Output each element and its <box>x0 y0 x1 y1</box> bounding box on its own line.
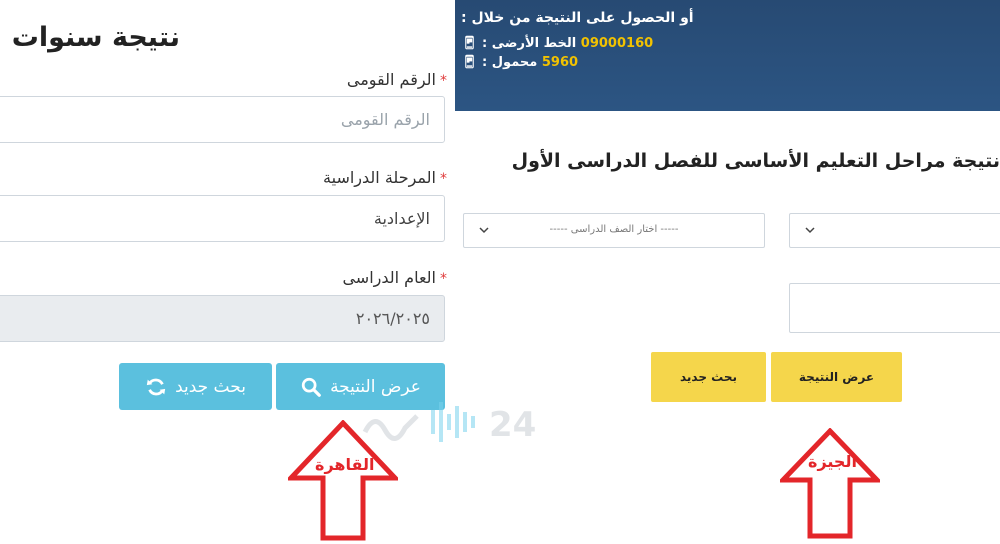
year-field: ٢٠٢٦/٢٠٢٥ <box>0 295 445 342</box>
grade-select-placeholder: ----- اختار الصف الدراسى ----- <box>549 224 679 235</box>
giza-result-panel: أو الحصول على النتيجة من خلال : 09000160… <box>455 0 1000 544</box>
chevron-down-icon <box>805 227 815 234</box>
giza-arrow <box>780 428 880 539</box>
national-id-label-text: الرقم القومى <box>346 70 436 89</box>
banner-heading: أو الحصول على النتيجة من خلال : <box>461 10 694 26</box>
watermark-number: 24 <box>489 405 536 445</box>
required-mark: * <box>440 171 447 187</box>
national-id-label: *الرقم القومى <box>347 70 447 89</box>
year-label: *العام الدراسى <box>342 268 447 287</box>
stage-select[interactable] <box>789 213 1000 248</box>
new-search-button[interactable]: بحث جديد <box>119 363 272 410</box>
stage-select[interactable]: الإعدادية <box>0 195 445 242</box>
cairo-arrow <box>288 420 398 541</box>
landline-label: الخط الأرضى : <box>482 36 577 51</box>
landline-number: 09000160 <box>580 36 654 51</box>
page-title: نتيجة سنوات النقل <box>0 22 180 53</box>
mobile-number: 5960 <box>541 55 579 70</box>
landline-row: 09000160 الخط الأرضى : 📱︎ <box>461 36 653 51</box>
show-result-label: عرض النتيجة <box>798 370 875 384</box>
contact-banner: أو الحصول على النتيجة من خلال : 09000160… <box>455 0 1000 111</box>
mobile-label: محمول : <box>482 55 538 70</box>
stage-label-text: المرحلة الدراسية <box>323 168 436 187</box>
refresh-icon <box>146 378 166 395</box>
required-mark: * <box>440 73 447 89</box>
new-search-button[interactable]: بحث جديد <box>651 352 766 402</box>
mobile-icon: 📱︎ <box>461 55 478 70</box>
required-mark: * <box>440 271 447 287</box>
section-title: نتيجة مراحل التعليم الأساسى للفصل الدراس… <box>511 150 1000 172</box>
seat-number-input[interactable] <box>789 283 1000 333</box>
cairo-label: القاهرة <box>315 455 375 474</box>
year-label-text: العام الدراسى <box>342 268 436 287</box>
national-id-input[interactable]: الرقم القومى <box>0 96 445 143</box>
grade-select[interactable]: ----- اختار الصف الدراسى ----- <box>463 213 765 248</box>
stage-label: *المرحلة الدراسية <box>323 168 447 187</box>
show-result-button[interactable]: عرض النتيجة <box>771 352 902 402</box>
phone-icon: 📱︎ <box>461 36 478 51</box>
new-search-label: بحث جديد <box>175 376 246 397</box>
new-search-label: بحث جديد <box>679 370 738 384</box>
mobile-row: 5960 محمول : 📱︎ <box>461 55 578 70</box>
giza-label: الجيزة <box>808 452 857 471</box>
search-icon <box>301 377 321 397</box>
